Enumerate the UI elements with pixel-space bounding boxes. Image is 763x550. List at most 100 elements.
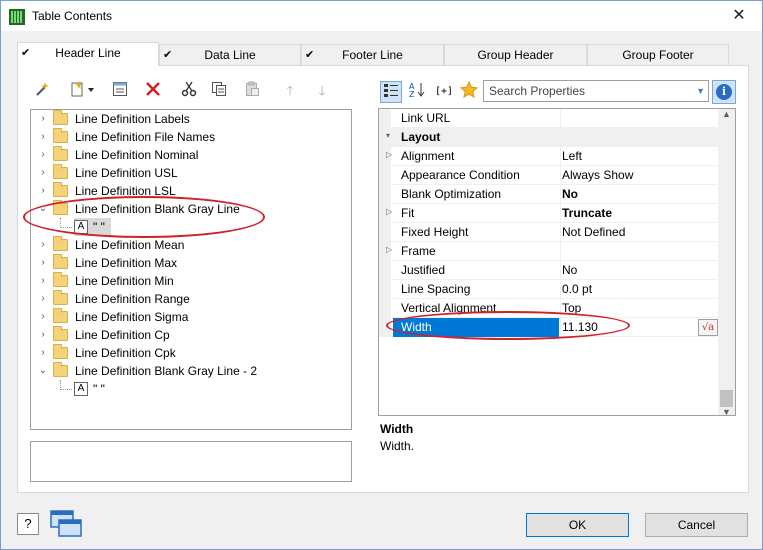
description-box bbox=[30, 441, 352, 482]
help-button[interactable]: ? bbox=[17, 513, 39, 535]
wizard-button[interactable] bbox=[32, 81, 52, 101]
folder-icon bbox=[53, 326, 68, 341]
info-button[interactable]: i bbox=[712, 80, 736, 104]
chevron-right-icon[interactable]: › bbox=[38, 254, 48, 272]
property-row-blank-optimization[interactable]: Blank Optimization No bbox=[379, 185, 719, 204]
property-row-fit[interactable]: ▷ Fit Truncate bbox=[379, 204, 719, 223]
paste-button[interactable] bbox=[242, 81, 262, 101]
folder-icon bbox=[53, 254, 68, 269]
favorites-button[interactable] bbox=[458, 80, 480, 103]
categorized-icon bbox=[384, 84, 398, 97]
windows-icon[interactable] bbox=[49, 509, 83, 539]
move-up-button[interactable]: 🡑 bbox=[280, 81, 300, 101]
property-row-width[interactable]: Width 11.130 √a bbox=[379, 318, 719, 337]
new-item-icon bbox=[71, 81, 94, 97]
row-gutter bbox=[379, 318, 391, 337]
cancel-button[interactable]: Cancel bbox=[645, 513, 748, 537]
chevron-right-icon[interactable]: › bbox=[38, 326, 48, 344]
row-gutter bbox=[379, 280, 391, 299]
properties-button[interactable] bbox=[110, 81, 130, 101]
categorized-view-button[interactable] bbox=[380, 81, 402, 103]
property-row-frame[interactable]: ▷ Frame bbox=[379, 242, 719, 261]
expand-collapse-icon: [+] bbox=[434, 86, 454, 97]
folder-icon bbox=[53, 146, 68, 161]
arrow-up-icon: 🡑 bbox=[286, 83, 294, 98]
tab-data-line[interactable]: ✔ Data Line bbox=[159, 44, 301, 66]
delete-button[interactable] bbox=[143, 81, 163, 101]
chevron-right-icon[interactable]: › bbox=[38, 236, 48, 254]
chevron-right-icon[interactable]: › bbox=[38, 110, 48, 128]
property-row-appearance-condition[interactable]: Appearance Condition Always Show bbox=[379, 166, 719, 185]
property-row-vertical-alignment[interactable]: Vertical Alignment Top bbox=[379, 299, 719, 318]
close-button[interactable]: ✕ bbox=[716, 1, 762, 31]
folder-icon bbox=[53, 200, 68, 215]
folder-icon bbox=[53, 290, 68, 305]
property-row-justified[interactable]: Justified No bbox=[379, 261, 719, 280]
tab-header-line[interactable]: ✔ Header Line bbox=[17, 42, 159, 66]
property-row-link-url[interactable]: Link URL bbox=[379, 109, 719, 128]
title-bar: Table Contents ✕ bbox=[1, 1, 762, 31]
cut-icon bbox=[181, 81, 197, 97]
properties-icon bbox=[113, 82, 127, 96]
folder-icon bbox=[53, 164, 68, 179]
expand-icon[interactable]: ▷ bbox=[386, 245, 392, 254]
property-row-fixed-height[interactable]: Fixed Height Not Defined bbox=[379, 223, 719, 242]
arrow-down-icon: 🡓 bbox=[318, 83, 326, 98]
property-grid-scrollbar[interactable]: ▲ ▼ bbox=[718, 109, 735, 415]
collapse-icon[interactable]: ▾ bbox=[386, 131, 390, 140]
scroll-thumb[interactable] bbox=[720, 390, 733, 407]
new-item-button[interactable] bbox=[65, 81, 99, 101]
tab-footer-line[interactable]: ✔ Footer Line bbox=[301, 44, 444, 66]
tree-child-text[interactable]: A " " bbox=[74, 380, 111, 398]
folder-icon bbox=[53, 362, 68, 377]
chevron-right-icon[interactable]: › bbox=[38, 182, 48, 200]
formula-button[interactable]: √a bbox=[698, 319, 718, 336]
chevron-right-icon[interactable]: › bbox=[38, 146, 48, 164]
folder-icon bbox=[53, 128, 68, 143]
delete-icon bbox=[146, 82, 160, 96]
expand-icon[interactable]: ▷ bbox=[386, 150, 392, 159]
chevron-right-icon[interactable]: › bbox=[38, 128, 48, 146]
search-properties-input[interactable]: Search Properties ▼ bbox=[483, 80, 709, 102]
text-field-icon: A bbox=[74, 220, 88, 234]
info-icon: i bbox=[716, 84, 732, 100]
property-row-alignment[interactable]: ▷ Alignment Left bbox=[379, 147, 719, 166]
help-icon: ? bbox=[24, 516, 32, 531]
expand-collapse-button[interactable]: [+] bbox=[431, 81, 457, 103]
line-definition-tree[interactable]: › Line Definition Labels › Line Definiti… bbox=[30, 109, 352, 430]
check-icon: ✔ bbox=[163, 49, 173, 61]
alphabetical-view-button[interactable]: AZ bbox=[406, 81, 428, 103]
copy-button[interactable] bbox=[209, 81, 229, 101]
chevron-right-icon[interactable]: › bbox=[38, 272, 48, 290]
property-row-line-spacing[interactable]: Line Spacing 0.0 pt bbox=[379, 280, 719, 299]
folder-icon bbox=[53, 236, 68, 251]
svg-text:Z: Z bbox=[409, 90, 415, 97]
tree-connector bbox=[60, 227, 72, 228]
chevron-right-icon[interactable]: › bbox=[38, 290, 48, 308]
expand-icon[interactable]: ▷ bbox=[386, 207, 392, 216]
chevron-down-icon[interactable]: ⌄ bbox=[38, 200, 48, 218]
chevron-right-icon[interactable]: › bbox=[38, 164, 48, 182]
ok-button[interactable]: OK bbox=[526, 513, 629, 537]
folder-icon bbox=[53, 308, 68, 323]
folder-icon bbox=[53, 182, 68, 197]
chevron-down-icon[interactable]: ⌄ bbox=[38, 362, 48, 380]
chevron-right-icon[interactable]: › bbox=[38, 308, 48, 326]
property-grid[interactable]: Link URL ▾ Layout ▷ Alignment Left Appea… bbox=[378, 108, 736, 416]
row-gutter bbox=[379, 185, 391, 204]
folder-icon bbox=[53, 344, 68, 359]
text-field-icon: A bbox=[74, 382, 88, 396]
search-filter-icon[interactable]: ▼ bbox=[696, 81, 705, 101]
scroll-up-icon[interactable]: ▲ bbox=[722, 109, 731, 119]
close-icon: ✕ bbox=[732, 7, 746, 24]
width-value-input[interactable]: 11.130 bbox=[560, 318, 719, 337]
property-category-layout[interactable]: ▾ Layout bbox=[379, 128, 719, 147]
row-gutter bbox=[379, 109, 391, 128]
tree-child-text[interactable]: A " " bbox=[74, 218, 111, 236]
move-down-button[interactable]: 🡓 bbox=[312, 81, 332, 101]
cut-button[interactable] bbox=[179, 81, 199, 101]
scroll-down-icon[interactable]: ▼ bbox=[722, 407, 731, 415]
tab-group-header[interactable]: Group Header bbox=[444, 44, 587, 66]
chevron-right-icon[interactable]: › bbox=[38, 344, 48, 362]
tab-group-footer[interactable]: Group Footer bbox=[587, 44, 729, 66]
